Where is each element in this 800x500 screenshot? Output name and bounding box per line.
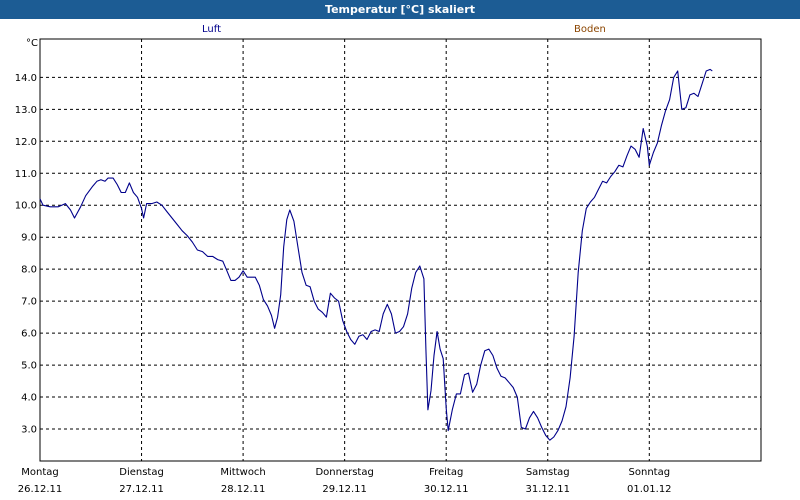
- y-tick-label: 14.0: [15, 73, 37, 84]
- y-tick-label: 6.0: [21, 329, 37, 340]
- x-tick-day: Donnerstag: [315, 467, 373, 478]
- x-tick-date: 28.12.11: [221, 484, 266, 495]
- plot-area-border: [39, 38, 762, 462]
- chart-title: Temperatur [°C] skaliert: [0, 0, 800, 19]
- x-tick-day: Freitag: [429, 467, 463, 478]
- x-tick-date: 27.12.11: [119, 484, 164, 495]
- x-tick-day: Montag: [21, 467, 58, 478]
- series-line-luft: [39, 68, 713, 441]
- x-tick-date: 29.12.11: [322, 484, 367, 495]
- x-tick-day: Samstag: [526, 467, 570, 478]
- y-tick-label: 13.0: [15, 105, 37, 116]
- y-tick-label: 3.0: [21, 425, 37, 436]
- x-tick-date: 30.12.11: [424, 484, 469, 495]
- y-tick-label: 9.0: [21, 233, 37, 244]
- temperature-chart: 3.0 4.0 5.0 6.0 7.0 8.0 9.0 10.0 11.0 12.0 13.0 14.…: [15, 38, 762, 495]
- y-tick-label: 12.0: [15, 137, 37, 148]
- x-tick-day: Dienstag: [119, 467, 164, 478]
- x-tick-day: Sonntag: [629, 467, 671, 478]
- y-tick-label: 5.0: [21, 361, 37, 372]
- x-tick-date: 26.12.11: [18, 484, 63, 495]
- y-tick-label: 8.0: [21, 265, 37, 276]
- y-tick-label: 7.0: [21, 297, 37, 308]
- chart-window: Temperatur [°C] skaliert °C Luft Boden 3…: [0, 0, 800, 500]
- x-tick-date: 01.01.12: [627, 484, 672, 495]
- x-tick-day: Mittwoch: [220, 467, 265, 478]
- x-tick-date: 31.12.11: [525, 484, 570, 495]
- y-tick-label: 4.0: [21, 393, 37, 404]
- y-tick-label: 10.0: [15, 201, 37, 212]
- y-tick-label: 11.0: [15, 169, 37, 180]
